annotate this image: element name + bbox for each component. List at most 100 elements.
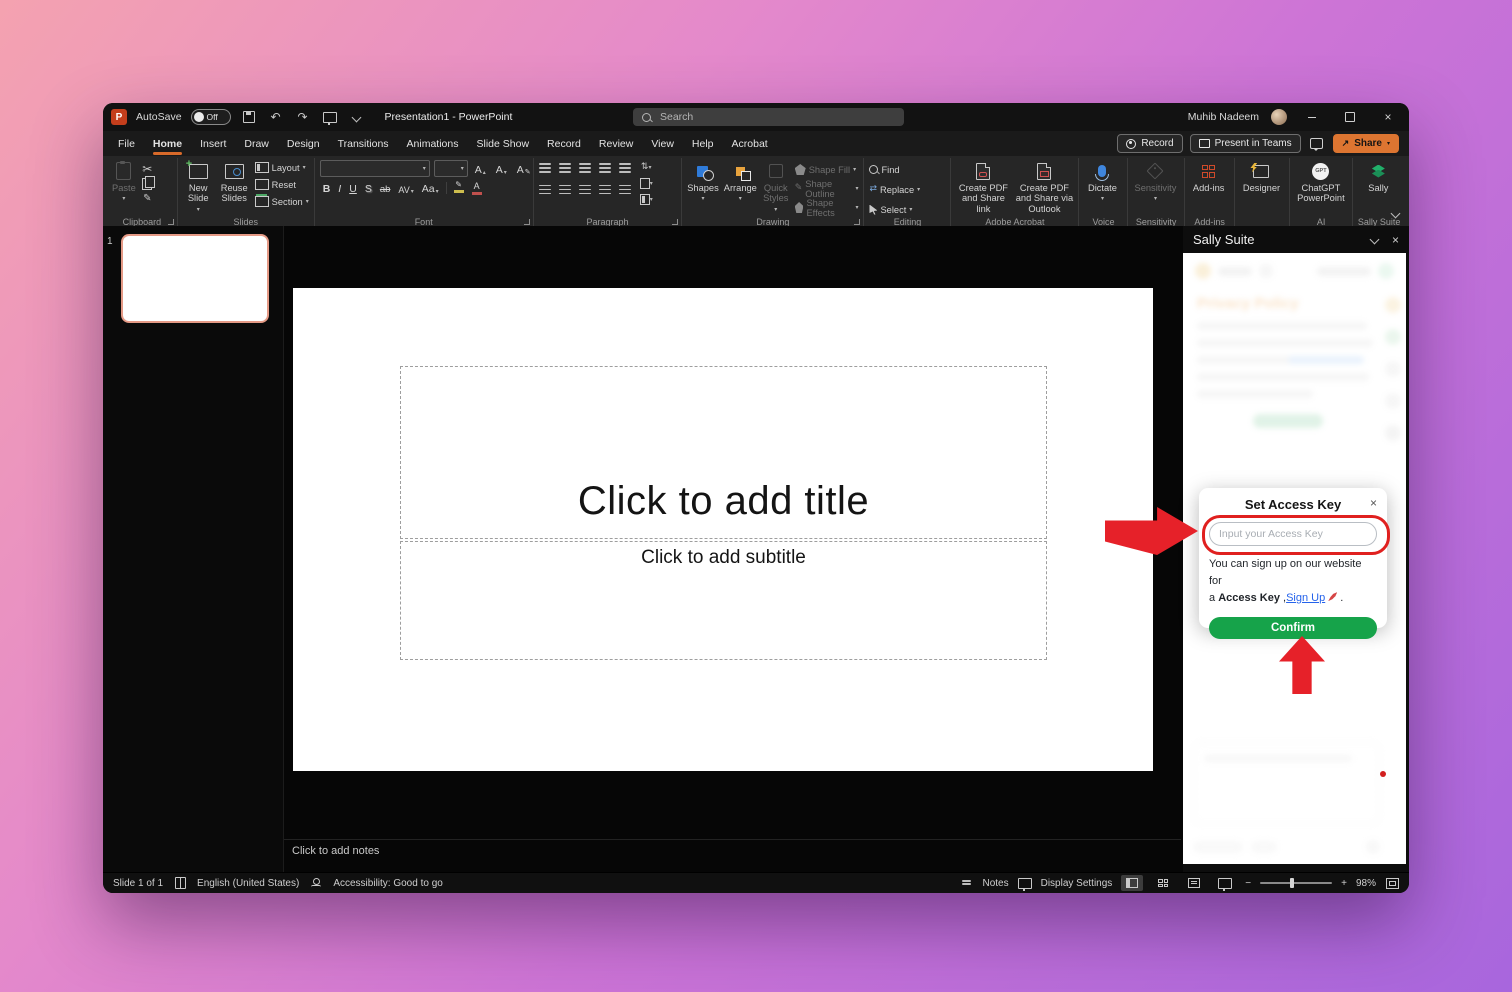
tab-slide-show[interactable]: Slide Show [468,131,539,156]
tab-animations[interactable]: Animations [398,131,468,156]
fit-to-window-button[interactable] [1385,877,1399,889]
font-color-button[interactable]: A [469,181,485,195]
sally-button[interactable]: Sally [1358,160,1398,193]
text-direction-button[interactable]: ⇅▾ [640,162,653,173]
align-center-button[interactable] [559,185,571,187]
strikethrough-button[interactable]: ab [377,181,394,195]
align-text-button[interactable]: ▾ [640,178,653,189]
sensitivity-button[interactable]: Sensitivity▾ [1133,160,1177,202]
zoom-level[interactable]: 98% [1356,878,1376,889]
create-pdf-share-link-button[interactable]: Create PDF and Share link [956,160,1010,214]
notes-placeholder[interactable]: Click to add notes [292,845,379,857]
tab-record[interactable]: Record [538,131,590,156]
reuse-slides-button[interactable]: Reuse Slides [219,160,250,204]
present-in-teams-button[interactable]: Present in Teams [1190,134,1301,153]
increase-font-button[interactable]: A▴ [472,162,489,176]
zoom-out-button[interactable]: − [1245,878,1251,889]
reading-view-button[interactable] [1183,875,1205,891]
normal-view-button[interactable] [1121,875,1143,891]
format-painter-button[interactable]: ✎ [141,193,154,204]
tab-insert[interactable]: Insert [191,131,235,156]
reset-button[interactable]: Reset [255,177,309,192]
highlight-color-button[interactable]: ✎ [451,181,467,195]
record-button[interactable]: Record [1117,134,1182,153]
tab-review[interactable]: Review [590,131,642,156]
bullets-button[interactable] [539,163,551,165]
chatgpt-powerpoint-button[interactable]: GPT ChatGPT PowerPoint [1295,160,1347,204]
language-button[interactable]: English (United States) [197,878,299,889]
panel-close-button[interactable]: × [1392,233,1399,247]
user-avatar[interactable] [1271,109,1287,125]
quick-styles-button[interactable]: Quick Styles▾ [762,160,790,213]
numbering-button[interactable] [559,163,571,165]
search-bar[interactable] [633,108,904,126]
paste-button[interactable]: Paste▾ [112,160,136,202]
change-case-button[interactable]: Aa▾ [419,181,442,195]
dialog-close-button[interactable]: × [1370,497,1377,509]
save-button[interactable] [240,109,258,125]
zoom-slider-thumb[interactable] [1290,878,1294,888]
notes-divider[interactable] [284,839,1181,840]
maximize-button[interactable] [1337,107,1363,127]
tab-design[interactable]: Design [278,131,329,156]
slideshow-view-button[interactable] [1214,875,1236,891]
title-placeholder[interactable]: Click to add title [400,366,1047,539]
accessibility-checker-button[interactable] [309,877,323,889]
layout-button[interactable]: Layout▾ [255,160,309,175]
tab-draw[interactable]: Draw [235,131,278,156]
paragraph-dialog-launcher[interactable] [672,219,678,225]
clipboard-dialog-launcher[interactable] [168,219,174,225]
subtitle-placeholder[interactable]: Click to add subtitle [400,541,1047,660]
notes-toggle[interactable]: Notes [982,878,1008,889]
character-spacing-button[interactable]: AV▾ [395,181,416,195]
dictate-button[interactable]: Dictate▾ [1084,160,1120,202]
tab-acrobat[interactable]: Acrobat [723,131,777,156]
italic-button[interactable]: I [335,181,344,195]
tab-file[interactable]: File [109,131,144,156]
slide-thumbnail[interactable] [121,234,269,323]
access-key-input[interactable] [1209,522,1377,546]
panel-collapse-button[interactable] [1371,236,1378,243]
shape-effects-button[interactable]: Shape Effects▾ [795,200,859,215]
zoom-in-button[interactable]: + [1341,878,1347,889]
select-button[interactable]: Select▾ [869,202,920,217]
cut-button[interactable]: ✂ [141,163,154,174]
arrange-button[interactable]: Arrange▾ [724,160,757,202]
font-size-select[interactable]: ▾ [434,160,468,177]
tab-help[interactable]: Help [683,131,723,156]
sign-up-link[interactable]: Sign Up [1286,592,1325,604]
tab-transitions[interactable]: Transitions [329,131,398,156]
autosave-toggle[interactable]: Off [191,109,231,125]
customize-quick-access-button[interactable] [348,109,366,125]
slide-sorter-view-button[interactable] [1152,875,1174,891]
decrease-font-button[interactable]: A▾ [493,162,510,176]
shape-fill-button[interactable]: Shape Fill▾ [795,162,859,177]
line-spacing-button[interactable] [619,163,631,165]
accessibility-status[interactable]: Accessibility: Good to go [333,878,443,889]
search-input[interactable] [658,110,862,124]
redo-button[interactable]: ↷ [294,109,312,125]
shapes-button[interactable]: Shapes▾ [687,160,719,202]
clear-formatting-button[interactable]: A✎ [514,162,534,176]
confirm-button[interactable]: Confirm [1209,617,1377,639]
minimize-button[interactable] [1299,107,1325,127]
columns-button[interactable] [619,185,631,187]
close-button[interactable]: × [1375,107,1401,127]
create-pdf-outlook-button[interactable]: Create PDF and Share via Outlook [1015,160,1073,214]
undo-button[interactable]: ↶ [267,109,285,125]
section-button[interactable]: Section▾ [255,194,309,209]
add-ins-button[interactable]: Add-ins [1190,160,1228,193]
increase-indent-button[interactable] [599,163,611,165]
drawing-dialog-launcher[interactable] [854,219,860,225]
new-slide-button[interactable]: New Slide▾ [183,160,214,213]
convert-smartart-button[interactable]: ▾ [640,194,653,205]
bold-button[interactable]: B [320,181,334,195]
text-shadow-button[interactable]: S [362,181,375,195]
comments-button[interactable] [1308,136,1326,152]
collapse-ribbon-button[interactable] [1392,204,1399,222]
find-button[interactable]: Find [869,162,920,177]
underline-button[interactable]: U [346,181,360,195]
align-left-button[interactable] [539,185,551,187]
start-slideshow-button[interactable] [321,109,339,125]
decrease-indent-button[interactable] [579,163,591,165]
